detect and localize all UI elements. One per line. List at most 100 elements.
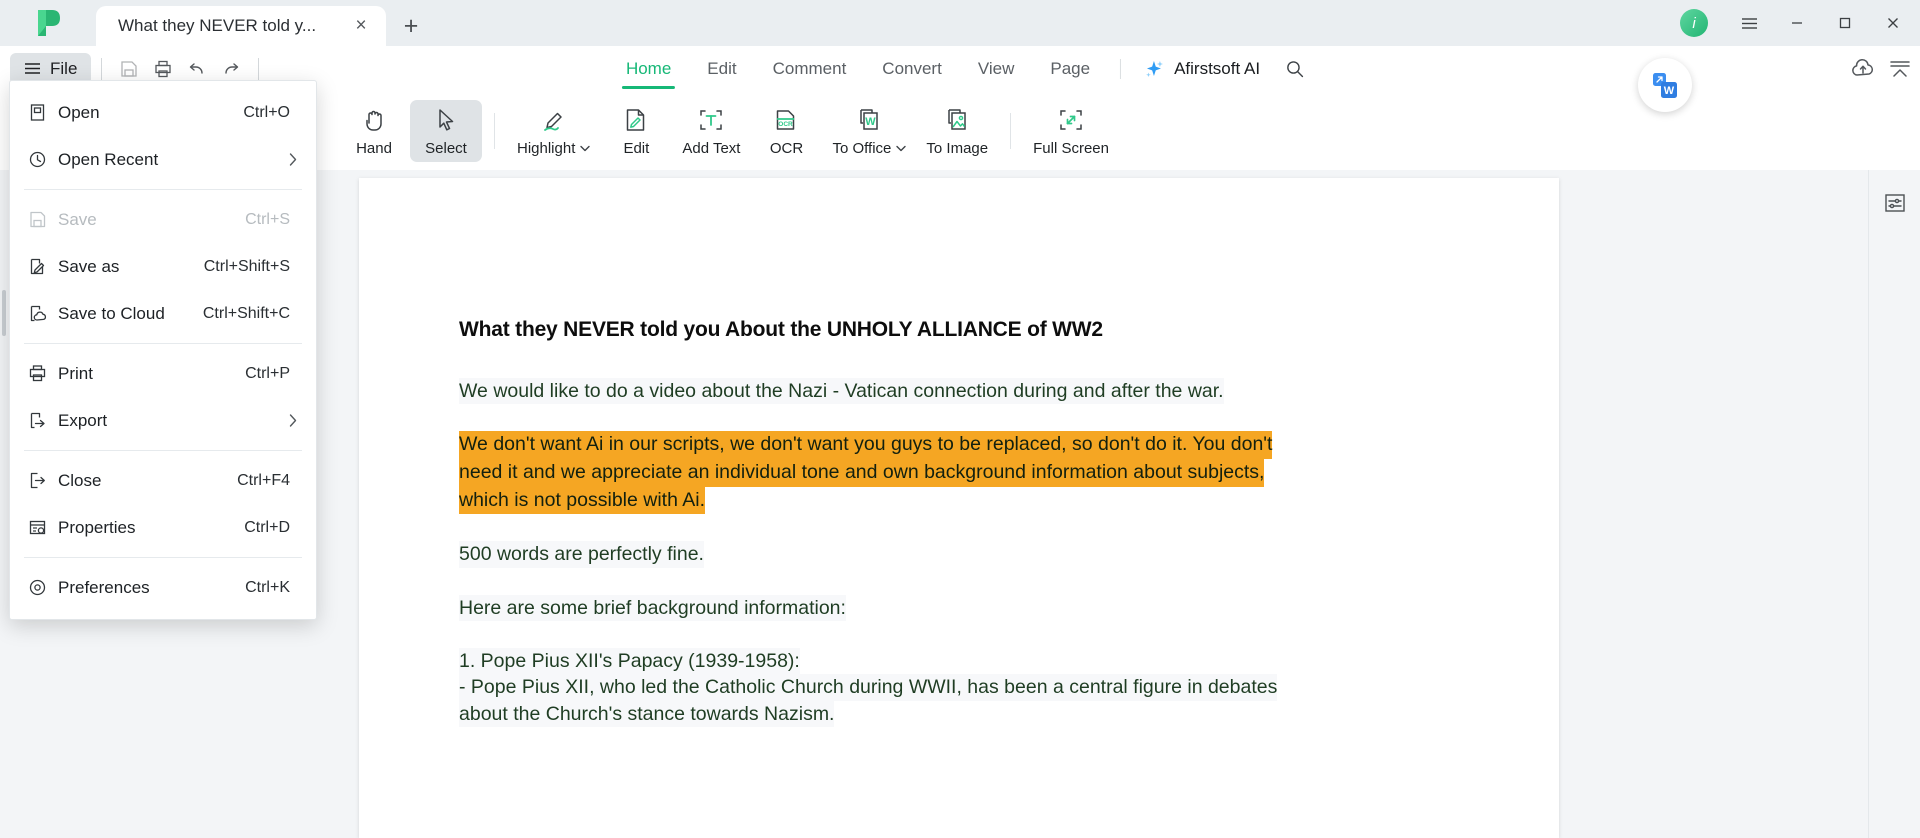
tool-to-office[interactable]: W To Office (822, 100, 916, 162)
to-image-icon (948, 108, 966, 130)
highlighted-paragraph: We don't want Ai in our scripts, we don'… (459, 431, 1459, 515)
tab-home[interactable]: Home (608, 46, 689, 92)
tool-label: Select (425, 139, 467, 157)
save-as-icon (28, 257, 58, 276)
full-screen-icon (1060, 109, 1082, 130)
tab-edit[interactable]: Edit (689, 46, 754, 92)
menu-item-shortcut: Ctrl+S (245, 210, 290, 228)
chevron-right-icon (288, 152, 298, 167)
convert-to-word-badge[interactable]: W (1638, 58, 1692, 112)
tab-convert[interactable]: Convert (864, 46, 960, 92)
avatar[interactable]: i (1680, 9, 1708, 37)
menu-separator (24, 450, 302, 451)
chevron-down-icon (580, 145, 591, 151)
menu-item-save-as[interactable]: Save as Ctrl+Shift+S (10, 243, 316, 290)
tool-edit[interactable]: Edit (600, 100, 672, 162)
menu-item-save: Save Ctrl+S (10, 196, 316, 243)
close-tab-icon[interactable]: × (348, 13, 374, 39)
menu-item-label: Export (58, 410, 108, 430)
menu-separator (24, 343, 302, 344)
ribbon-right-actions (1850, 46, 1912, 92)
tool-to-image[interactable]: To Image (916, 100, 998, 162)
file-dropdown-menu: Open Ctrl+O Open Recent Save Ctrl+S Save… (9, 80, 317, 620)
menu-item-label: Save as (58, 256, 120, 276)
hamburger-menu-icon[interactable] (1726, 0, 1772, 46)
chevron-down-icon (896, 145, 907, 151)
edit-document-icon (627, 108, 645, 131)
menu-item-open[interactable]: Open Ctrl+O (10, 89, 316, 136)
menu-item-save-to-cloud[interactable]: Save to Cloud Ctrl+Shift+C (10, 290, 316, 337)
menu-item-close[interactable]: Close Ctrl+F4 (10, 457, 316, 504)
collapse-ribbon-icon[interactable] (1888, 58, 1912, 80)
document-scroll-area[interactable]: W What they NEVER told you About the UNH… (50, 58, 1868, 838)
menu-item-preferences[interactable]: Preferences Ctrl+K (10, 564, 316, 611)
panel-resize-handle[interactable] (2, 290, 6, 336)
menu-item-label: Open Recent (58, 149, 159, 169)
menu-item-print[interactable]: Print Ctrl+P (10, 350, 316, 397)
menu-item-open-recent[interactable]: Open Recent (10, 136, 316, 183)
highlight-line: We don't want Ai in our scripts, we don'… (459, 431, 1273, 459)
tool-label: Edit (623, 139, 650, 157)
window-controls: i (1680, 0, 1920, 46)
menu-item-shortcut: Ctrl+P (245, 364, 290, 382)
tool-full-screen[interactable]: Full Screen (1023, 100, 1119, 162)
menu-item-label: Open (58, 102, 100, 122)
tab-comment[interactable]: Comment (755, 46, 865, 92)
app-logo (0, 0, 96, 46)
close-window-button[interactable] (1870, 0, 1916, 46)
menu-item-label: Save to Cloud (58, 303, 165, 323)
tool-label: Full Screen (1033, 139, 1109, 157)
document-paragraph: 500 words are perfectly fine. (459, 541, 704, 568)
svg-text:OCR: OCR (779, 121, 794, 128)
cloud-upload-icon[interactable] (1850, 58, 1876, 80)
menu-item-shortcut: Ctrl+Shift+C (202, 304, 290, 322)
tab-view[interactable]: View (960, 46, 1033, 92)
tool-label: Add Text (682, 139, 741, 157)
tool-ocr[interactable]: OCR OCR (750, 100, 822, 162)
search-icon[interactable] (1278, 52, 1312, 86)
tab-page[interactable]: Page (1032, 46, 1108, 92)
chevron-right-icon (288, 413, 298, 428)
tool-select[interactable]: Select (410, 100, 482, 162)
highlight-line: which is not possible with Ai. (459, 486, 706, 515)
preferences-gear-icon (28, 578, 58, 597)
menu-item-shortcut: Ctrl+Shift+S (203, 257, 290, 275)
properties-panel-icon[interactable] (1878, 186, 1912, 220)
divider (494, 113, 495, 149)
tool-label: Hand (356, 139, 392, 157)
tab-title: What they NEVER told y... (118, 16, 317, 35)
afirstsoft-ai-button[interactable]: Afirstsoft AI (1133, 52, 1270, 86)
afirstsoft-logo-icon (38, 10, 60, 36)
menu-item-label: Close (58, 470, 102, 490)
close-document-icon (28, 471, 58, 490)
divider (1120, 58, 1122, 79)
tool-add-text[interactable]: Add Text (672, 100, 750, 162)
document-paragraph: about the Church's stance towards Nazism… (459, 700, 835, 727)
file-menu-label: File (50, 58, 78, 78)
menu-item-properties[interactable]: Properties Ctrl+D (10, 504, 316, 551)
tool-highlight[interactable]: Highlight (507, 100, 600, 162)
hamburger-icon (25, 63, 40, 74)
tool-label: Highlight (517, 140, 591, 157)
to-office-word-icon: W (860, 108, 879, 130)
maximize-button[interactable] (1822, 0, 1868, 46)
divider (258, 57, 260, 80)
new-tab-button[interactable]: + (386, 6, 436, 46)
hand-icon (366, 110, 382, 131)
document-page: W What they NEVER told you About the UNH… (359, 58, 1692, 838)
divider (101, 57, 103, 80)
save-cloud-icon (28, 304, 58, 323)
document-tab[interactable]: What they NEVER told y... × (96, 6, 386, 46)
properties-icon (28, 518, 58, 537)
menu-separator (24, 557, 302, 558)
menu-item-shortcut: Ctrl+K (245, 578, 290, 596)
tool-hand[interactable]: Hand (338, 100, 410, 162)
open-file-icon (28, 103, 58, 122)
right-rail (1868, 170, 1920, 838)
ocr-icon: OCR (777, 109, 795, 130)
menu-item-export[interactable]: Export (10, 397, 316, 444)
menu-item-label: Print (58, 363, 93, 383)
menu-item-shortcut: Ctrl+F4 (237, 471, 290, 489)
document-paragraph: - Pope Pius XII, who led the Catholic Ch… (459, 674, 1278, 701)
minimize-button[interactable] (1774, 0, 1820, 46)
